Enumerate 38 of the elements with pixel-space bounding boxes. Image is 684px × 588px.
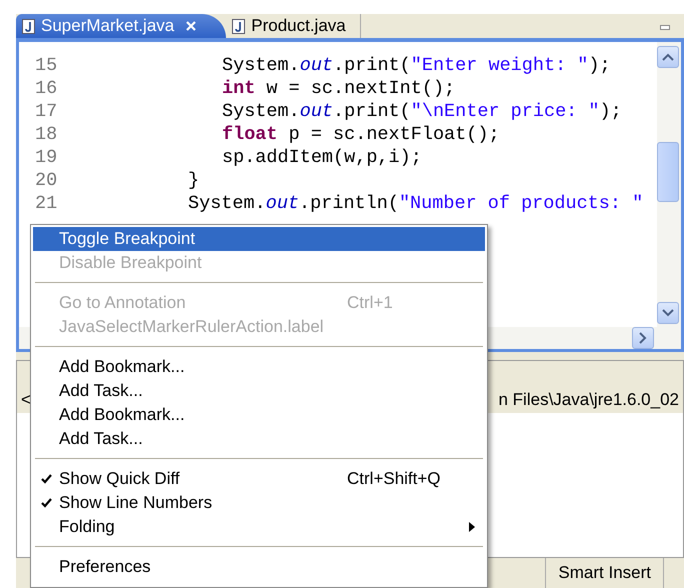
scroll-right-button[interactable]: [632, 327, 654, 349]
code-line: int w = sc.nextInt();: [221, 78, 456, 99]
vertical-scrollbar[interactable]: [657, 42, 681, 327]
line-number: 18: [34, 124, 58, 145]
menu-item[interactable]: Add Bookmark...: [33, 403, 485, 427]
java-file-icon: [22, 18, 35, 34]
menu-item[interactable]: Toggle Breakpoint: [33, 227, 485, 251]
console-path-text: n Files\Java\jre1.6.0_02: [498, 390, 679, 410]
scrollbar-thumb[interactable]: [657, 142, 679, 202]
code-line: System.out.println("Number of products: ": [187, 193, 644, 214]
menu-item[interactable]: Add Bookmark...: [33, 355, 485, 379]
menu-item[interactable]: Folding: [33, 515, 485, 539]
menu-item[interactable]: Preferences: [33, 555, 485, 579]
minimize-icon[interactable]: [660, 25, 670, 31]
code-line: float p = sc.nextFloat();: [221, 124, 500, 145]
code-line: }: [187, 170, 200, 191]
tab-label: SuperMarket.java: [41, 16, 174, 36]
code-line: sp.addItem(w,p,i);: [221, 147, 422, 168]
line-number: 20: [34, 170, 58, 191]
menu-item[interactable]: Show Quick Diff Ctrl+Shift+Q: [33, 467, 485, 491]
close-icon[interactable]: [186, 21, 196, 31]
java-file-icon: [232, 18, 246, 34]
line-number: 16: [34, 78, 58, 99]
menu-item[interactable]: Add Task...: [33, 379, 485, 403]
tab-label: Product.java: [251, 16, 346, 36]
scroll-down-button[interactable]: [657, 302, 679, 324]
menu-item[interactable]: Add Task...: [33, 427, 485, 451]
menu-item[interactable]: Show Line Numbers: [33, 491, 485, 515]
scroll-up-button[interactable]: [657, 46, 679, 68]
line-number: 21: [34, 193, 58, 214]
code-line: System.out.print("Enter weight: ");: [221, 55, 611, 76]
insert-mode-status: Smart Insert: [545, 558, 663, 588]
line-number: 17: [34, 101, 58, 122]
scroll-left-mark[interactable]: <: [21, 390, 31, 410]
code-line: System.out.print("\nEnter price: ");: [221, 101, 622, 122]
editor-tab[interactable]: SuperMarket.java: [16, 14, 226, 38]
line-number: 15: [34, 55, 58, 76]
line-number: 19: [34, 147, 58, 168]
